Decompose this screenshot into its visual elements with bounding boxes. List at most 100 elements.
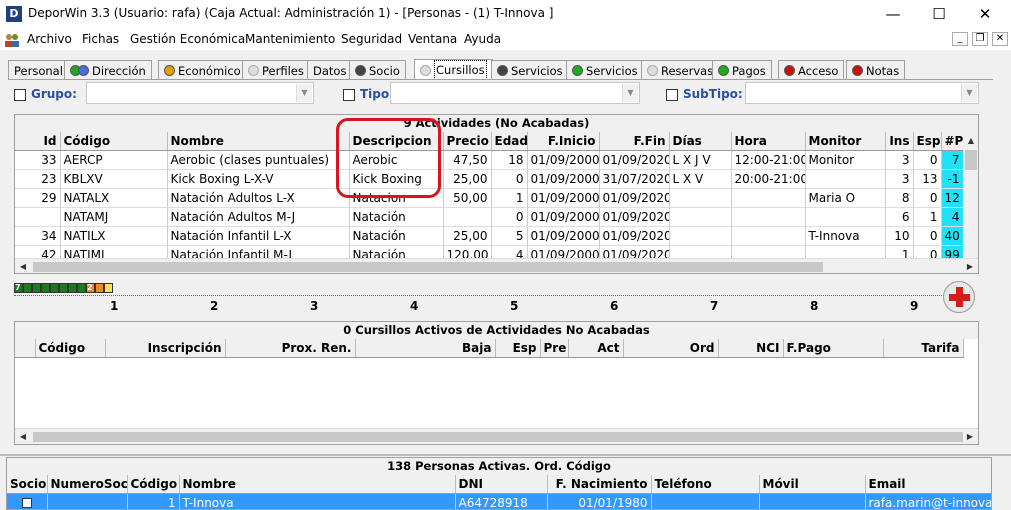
menu-archivo[interactable]: Archivo — [27, 32, 72, 46]
col-inscripcion[interactable]: Inscripción — [105, 339, 226, 358]
tab-economico[interactable]: Económico — [158, 60, 247, 80]
cell-socio[interactable] — [7, 493, 48, 509]
col-nombre[interactable]: Nombre — [167, 132, 350, 151]
cell-dias — [669, 188, 732, 208]
col-codigo[interactable]: Código — [127, 475, 180, 494]
cell-ins: 3 — [885, 169, 914, 189]
col-act[interactable]: Act — [568, 339, 624, 358]
col-dias[interactable]: Días — [669, 132, 732, 151]
tipo-checkbox[interactable] — [343, 89, 355, 101]
col-codigo[interactable]: Código — [60, 132, 168, 151]
col-tarifa[interactable]: Tarifa — [883, 339, 964, 358]
chevron-down-icon[interactable]: ▼ — [961, 84, 977, 102]
tab-pagos[interactable]: Pagos — [712, 60, 772, 80]
scroll-thumb[interactable] — [965, 150, 977, 170]
close-button[interactable]: ✕ — [962, 0, 1008, 30]
col-fnacimiento[interactable]: F. Nacimiento — [547, 475, 652, 494]
col-finicio[interactable]: F.Inicio — [527, 132, 600, 151]
cell-id: 33 — [15, 150, 61, 170]
tab-datos[interactable]: Datos — [307, 60, 353, 80]
activities-grid[interactable]: 9 Actividades (No Acabadas) Id Código No… — [14, 114, 979, 274]
mdi-minimize-button[interactable]: _ — [952, 32, 968, 46]
tab-socio[interactable]: Socio — [349, 60, 406, 80]
menu-gestion-economica[interactable]: Gestión Económica — [130, 32, 245, 46]
col-codigo[interactable]: Código — [35, 339, 106, 358]
col-edad[interactable]: Edad — [491, 132, 528, 151]
add-course-button[interactable] — [943, 281, 975, 313]
col-socio[interactable]: Socio — [7, 475, 48, 494]
tab-servicios-1[interactable]: Servicios — [491, 60, 569, 80]
scroll-thumb[interactable] — [33, 262, 823, 272]
table-row[interactable]: 23 KBLXV Kick Boxing L-X-V Kick Boxing 25,00… — [15, 169, 964, 189]
col-ord[interactable]: Ord — [623, 339, 719, 358]
col-nci[interactable]: NCI — [718, 339, 784, 358]
tab-servicios-2[interactable]: Servicios — [566, 60, 644, 80]
activities-hscroll[interactable]: ◀ ▶ — [15, 258, 978, 273]
tab-notas[interactable]: Notas — [846, 60, 906, 80]
col-pre[interactable]: Pre — [540, 339, 569, 358]
scroll-thumb[interactable] — [33, 432, 963, 442]
col-baja[interactable]: Baja — [355, 339, 496, 358]
courses-hscroll[interactable]: ◀ ▶ — [15, 428, 978, 444]
table-row[interactable]: 33 AERCP Aerobic (clases puntuales) Aerobic… — [15, 150, 964, 170]
cell-dni: A64728918 — [455, 493, 548, 509]
chevron-down-icon[interactable]: ▼ — [296, 84, 312, 102]
col-id[interactable]: Id — [15, 132, 61, 151]
minimize-button[interactable]: — — [870, 0, 916, 30]
col-dni[interactable]: DNI — [455, 475, 548, 494]
col-movil[interactable]: Móvil — [759, 475, 866, 494]
tab-reservas[interactable]: Reservas — [641, 60, 720, 80]
menu-seguridad[interactable]: Seguridad — [341, 32, 402, 46]
col-ffin[interactable]: F.Fin — [599, 132, 670, 151]
col-nombre[interactable]: Nombre — [179, 475, 456, 494]
col-esp[interactable]: Esp — [495, 339, 541, 358]
col-fpago[interactable]: F.Pago — [783, 339, 884, 358]
col-blank[interactable] — [15, 339, 36, 358]
col-telefono[interactable]: Teléfono — [651, 475, 760, 494]
grupo-checkbox[interactable] — [14, 89, 26, 101]
activities-vscroll[interactable]: ▲ — [963, 132, 978, 258]
subtipo-checkbox[interactable] — [666, 89, 678, 101]
col-prox-ren[interactable]: Prox. Ren. — [225, 339, 356, 358]
table-row[interactable]: 29 NATALX Natación Adultos L-X Natacion 50,0… — [15, 188, 964, 208]
courses-grid[interactable]: 0 Cursillos Activos de Actividades No Ac… — [14, 321, 979, 445]
persons-vscroll[interactable] — [992, 457, 1011, 510]
gauge-cell — [41, 283, 50, 293]
scroll-left-icon[interactable]: ◀ — [15, 429, 31, 444]
subtipo-combo[interactable]: ▼ — [745, 82, 979, 104]
table-row[interactable]: 34 NATILX Natación Infantil L-X Natación 25,… — [15, 226, 964, 246]
col-p[interactable]: #P — [941, 132, 964, 151]
persons-grid[interactable]: 138 Personas Activas. Ord. Código Socio … — [6, 457, 992, 510]
chevron-down-icon[interactable]: ▼ — [622, 84, 638, 102]
table-row-selected[interactable]: 1 T-Innova A64728918 01/01/1980 rafa.mar… — [7, 493, 991, 509]
col-precio[interactable]: Precio — [443, 132, 492, 151]
col-email[interactable]: Email — [865, 475, 991, 494]
tab-acceso[interactable]: Acceso — [778, 60, 845, 80]
scroll-right-icon[interactable]: ▶ — [962, 259, 978, 273]
tipo-combo[interactable]: ▼ — [390, 82, 640, 104]
tab-personal[interactable]: Personal — [8, 60, 69, 80]
col-monitor[interactable]: Monitor — [805, 132, 886, 151]
menu-ayuda[interactable]: Ayuda — [464, 32, 501, 46]
scroll-up-icon[interactable]: ▲ — [963, 133, 978, 149]
col-numero-socio[interactable]: NumeroSocio — [47, 475, 128, 494]
mdi-close-button[interactable]: ✕ — [992, 32, 1008, 46]
mdi-restore-button[interactable]: ❐ — [972, 32, 988, 46]
scroll-left-icon[interactable]: ◀ — [15, 259, 31, 273]
maximize-button[interactable]: ☐ — [916, 0, 962, 30]
table-row[interactable]: NATAMJ Natación Adultos M-J Natación 0 01/09… — [15, 207, 964, 227]
ruler-tick: 4 — [410, 299, 419, 313]
scroll-right-icon[interactable]: ▶ — [962, 429, 978, 444]
tab-perfiles[interactable]: Perfiles — [242, 60, 310, 80]
splitter[interactable] — [0, 454, 1011, 456]
menu-mantenimiento[interactable]: Mantenimiento — [245, 32, 335, 46]
tab-direccion[interactable]: Dirección — [64, 60, 152, 80]
col-hora[interactable]: Hora — [731, 132, 806, 151]
tab-cursillos[interactable]: Cursillos — [414, 59, 493, 80]
col-esp[interactable]: Esp — [913, 132, 942, 151]
socio-checkbox[interactable] — [21, 498, 32, 508]
col-ins[interactable]: Ins — [885, 132, 914, 151]
menu-ventana[interactable]: Ventana — [408, 32, 457, 46]
grupo-combo[interactable]: ▼ — [86, 82, 314, 104]
menu-fichas[interactable]: Fichas — [82, 32, 119, 46]
